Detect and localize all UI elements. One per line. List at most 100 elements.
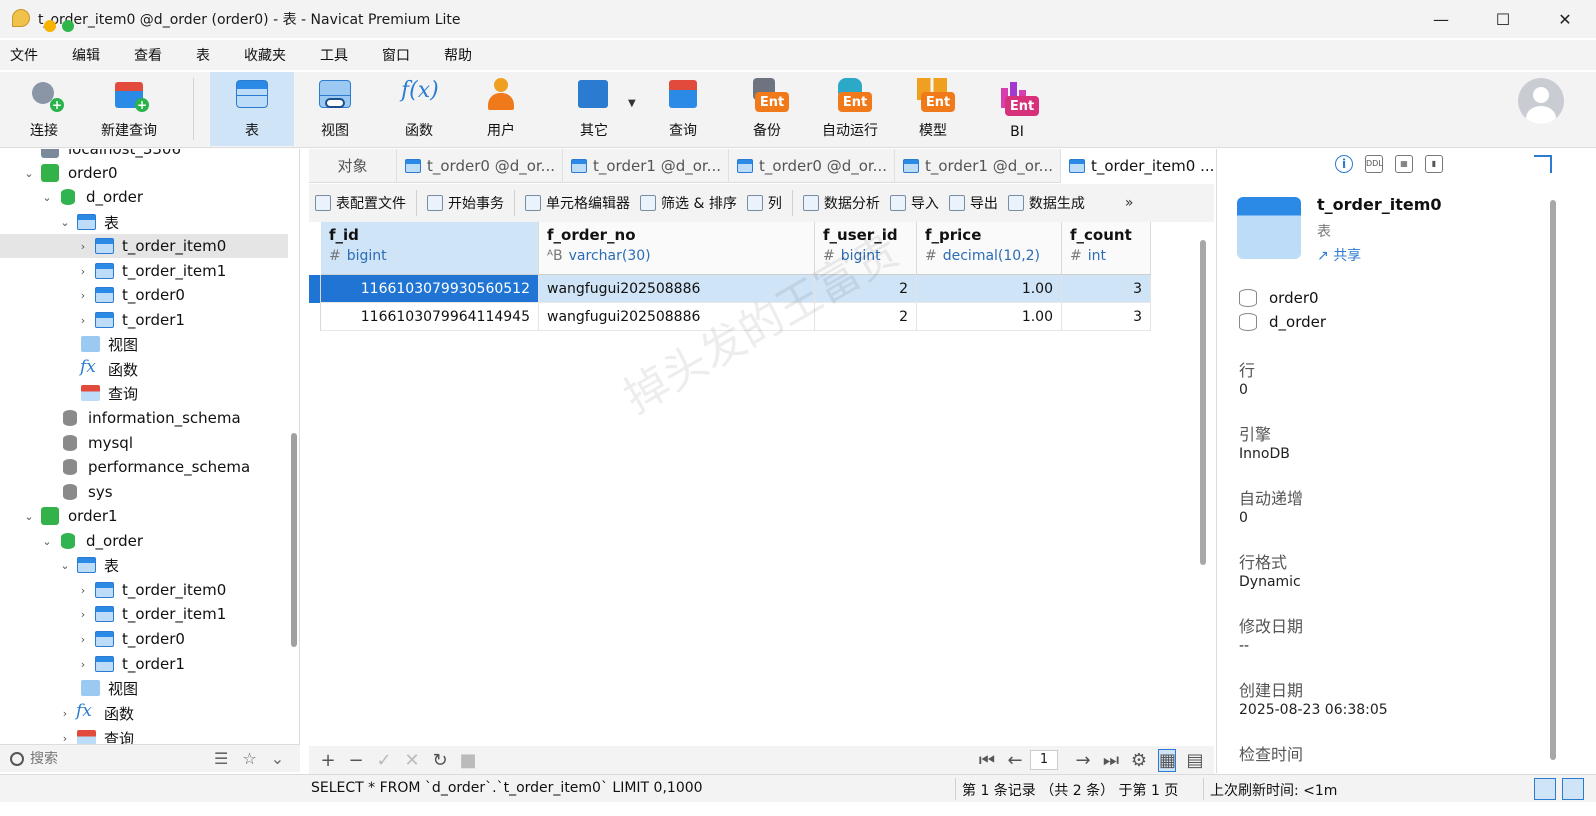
tab-t-order0-2[interactable]: t_order0 @d_or... <box>729 148 895 183</box>
tree-item-order0[interactable]: ⌄ order0 <box>0 161 288 185</box>
overflow-icon[interactable]: » <box>1125 195 1134 211</box>
function-button[interactable]: f(x) 函数 <box>384 72 454 146</box>
chevron-right-icon[interactable]: › <box>76 240 90 253</box>
export-button[interactable]: 导出 <box>948 193 998 213</box>
discard-changes-icon[interactable]: ✕ <box>403 750 421 771</box>
row-indicator[interactable] <box>309 303 321 331</box>
info-icon[interactable]: i <box>1335 155 1353 173</box>
view-button[interactable]: 视图 <box>300 72 370 146</box>
first-page-icon[interactable]: ⏮ <box>978 750 996 771</box>
chevron-right-icon[interactable]: › <box>76 289 90 302</box>
tree-scrollbar[interactable] <box>291 433 297 647</box>
menu-help[interactable]: 帮助 <box>444 45 472 65</box>
tree-item-information-schema[interactable]: information_schema <box>0 406 288 430</box>
tree-item-queries[interactable]: 查询 <box>0 381 288 405</box>
new-query-button[interactable]: + 新建查询 <box>94 72 164 146</box>
menu-favorites[interactable]: 收藏夹 <box>244 45 286 65</box>
chevron-down-icon[interactable]: ⌄ <box>40 535 54 548</box>
chevron-right-icon[interactable]: › <box>76 658 90 671</box>
tree-item-order1[interactable]: ⌄ order1 <box>0 504 288 528</box>
toggle-left-panel-icon[interactable] <box>1534 778 1556 800</box>
tab-t-order-item0[interactable]: t_order_item0 ... <box>1061 148 1223 183</box>
connect-button[interactable]: + 连接 <box>14 72 74 146</box>
chevron-right-icon[interactable]: › <box>58 707 72 720</box>
tree-item-t-order1-2[interactable]: › t_order1 <box>0 652 288 676</box>
minimize-button[interactable]: — <box>1410 0 1472 38</box>
stop-icon[interactable]: ■ <box>459 750 477 771</box>
tree-item-sys[interactable]: sys <box>0 480 288 504</box>
data-generation-button[interactable]: 数据生成 <box>1007 193 1085 213</box>
tree-item-functions-2[interactable]: › fx 函数 <box>0 701 288 725</box>
cell-editor-button[interactable]: 单元格编辑器 <box>525 193 630 213</box>
tab-t-order1[interactable]: t_order1 @d_or... <box>563 148 729 183</box>
data-analysis-button[interactable]: 数据分析 <box>802 193 880 213</box>
chevron-down-icon[interactable]: ⌄ <box>58 559 72 572</box>
table-cell[interactable]: 1166103079930560512 <box>321 275 539 303</box>
tree-item-t-order0[interactable]: › t_order0 <box>0 283 288 307</box>
row-indicator[interactable] <box>309 275 321 303</box>
filter-sort-button[interactable]: 筛选 & 排序 <box>640 193 737 213</box>
tree-item-views[interactable]: 视图 <box>0 332 288 356</box>
previous-page-icon[interactable]: ← <box>1006 750 1024 771</box>
menu-table[interactable]: 表 <box>196 45 210 65</box>
chevron-down-icon[interactable]: ⌄ <box>22 167 36 180</box>
table-cell[interactable]: 1.00 <box>917 275 1062 303</box>
refresh-icon[interactable]: ↻ <box>431 750 449 771</box>
tree-item-mysql[interactable]: mysql <box>0 431 288 455</box>
user-avatar[interactable] <box>1518 78 1564 124</box>
form-view-icon[interactable]: ▤ <box>1186 750 1204 771</box>
ddl-icon[interactable]: DDL <box>1365 155 1383 173</box>
menu-window[interactable]: 窗口 <box>382 45 410 65</box>
close-button[interactable]: ✕ <box>1534 0 1596 38</box>
menu-tools[interactable]: 工具 <box>320 45 348 65</box>
menu-view[interactable]: 查看 <box>134 45 162 65</box>
grid-scrollbar[interactable] <box>1200 240 1206 565</box>
tab-t-order0[interactable]: t_order0 @d_or... <box>397 148 563 183</box>
backup-button[interactable]: Ent 备份 <box>732 72 802 146</box>
search-input[interactable] <box>30 750 200 767</box>
tree-item-t-order-item0-2[interactable]: › t_order_item0 <box>0 578 288 602</box>
delete-record-icon[interactable]: − <box>347 750 365 771</box>
table-button[interactable]: 表 <box>210 72 294 146</box>
import-button[interactable]: 导入 <box>889 193 939 213</box>
chevron-right-icon[interactable]: › <box>76 265 90 278</box>
bi-button[interactable]: Ent BI <box>982 72 1052 146</box>
other-button[interactable]: 其它 <box>556 72 632 146</box>
chevron-down-icon[interactable]: ⌄ <box>22 510 36 523</box>
tree-item-t-order-item1-2[interactable]: › t_order_item1 <box>0 602 288 626</box>
share-link[interactable]: ↗ 共享 <box>1317 245 1361 265</box>
apply-changes-icon[interactable]: ✓ <box>375 750 393 771</box>
model-button[interactable]: Ent 模型 <box>898 72 968 146</box>
chevron-right-icon[interactable]: › <box>76 314 90 327</box>
tree-item-t-order0-2[interactable]: › t_order0 <box>0 627 288 651</box>
begin-transaction-button[interactable]: 开始事务 <box>427 193 504 213</box>
chevron-down-icon[interactable]: ⌄ <box>58 216 72 229</box>
table-cell[interactable]: 3 <box>1062 275 1151 303</box>
page-number-field[interactable]: 1 <box>1030 750 1058 770</box>
auto-run-button[interactable]: Ent 自动运行 <box>812 72 888 146</box>
tree-item-t-order-item1[interactable]: › t_order_item1 <box>0 259 288 283</box>
column-header-f-price[interactable]: f_price # decimal(10,2) <box>917 222 1062 275</box>
tree-item-t-order1[interactable]: › t_order1 <box>0 308 288 332</box>
chevron-right-icon[interactable]: › <box>58 732 72 745</box>
last-page-icon[interactable]: ⏭ <box>1102 750 1120 771</box>
menu-file[interactable]: 文件 <box>10 45 38 65</box>
collapse-icon[interactable]: ⌄ <box>271 749 284 768</box>
star-icon[interactable]: ☆ <box>242 749 256 768</box>
column-header-f-id[interactable]: f_id # bigint <box>321 222 539 275</box>
table-cell[interactable]: 1.00 <box>917 303 1062 331</box>
ent-chart-icon[interactable]: ▮ <box>1425 155 1443 173</box>
tree-item-tables-2[interactable]: ⌄ 表 <box>0 553 288 577</box>
filter-icon[interactable]: ☰ <box>214 749 228 768</box>
query-button[interactable]: 查询 <box>648 72 718 146</box>
expand-icon[interactable] <box>1534 155 1552 173</box>
chevron-right-icon[interactable]: › <box>76 584 90 597</box>
tab-t-order1-2[interactable]: t_order1 @d_or... <box>895 148 1061 183</box>
toggle-right-panel-icon[interactable] <box>1562 778 1584 800</box>
column-header-f-order-no[interactable]: f_order_no ᴬB varchar(30) <box>539 222 815 275</box>
chevron-right-icon[interactable]: › <box>76 608 90 621</box>
other-dropdown-icon[interactable]: ▼ <box>628 98 636 109</box>
columns-button[interactable]: 列 <box>746 193 782 213</box>
tree-item-tables[interactable]: ⌄ 表 <box>0 210 288 234</box>
settings-gear-icon[interactable]: ⚙ <box>1130 750 1148 771</box>
